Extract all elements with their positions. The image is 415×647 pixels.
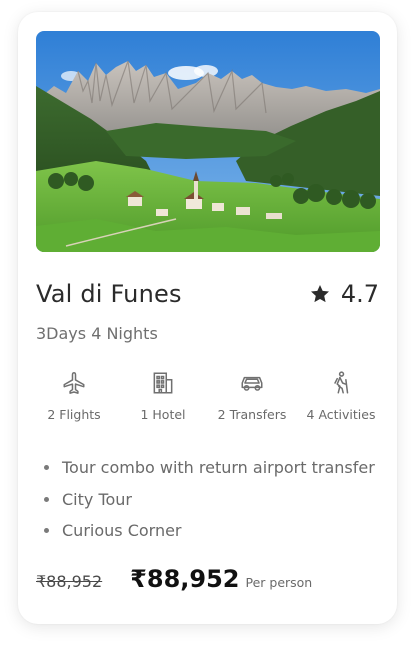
highlight-text: City Tour — [62, 489, 133, 509]
feature-hotel: 1 Hotel — [119, 370, 207, 422]
rating-value: 4.7 — [340, 280, 379, 308]
feature-transfers: 2 Transfers — [208, 370, 296, 422]
feature-label: 1 Hotel — [140, 407, 186, 422]
feature-flights: 2 Flights — [30, 370, 118, 422]
car-icon — [241, 376, 263, 391]
list-item: Curious Corner — [44, 515, 375, 547]
list-item: City Tour — [44, 484, 375, 516]
bullet-icon — [44, 496, 49, 502]
hero-image — [36, 31, 380, 252]
trip-duration: 3Days 4 Nights — [36, 324, 158, 343]
bullet-icon — [44, 465, 49, 471]
highlights-list: Tour combo with return airport transfer … — [44, 452, 375, 547]
discounted-price: ₹88,952 — [130, 565, 240, 593]
per-person-label: Per person — [245, 575, 313, 590]
feature-label: 4 Activities — [306, 407, 376, 422]
star-icon — [310, 285, 329, 303]
package-card[interactable]: Val di Funes 4.7 3Days 4 Nights 2 Flight… — [18, 12, 397, 624]
feature-label: 2 Flights — [47, 407, 101, 422]
highlight-text: Tour combo with return airport transfer — [62, 458, 375, 478]
airplane-icon — [63, 371, 85, 394]
feature-activities: 4 Activities — [297, 370, 385, 422]
original-price: ₹88,952 — [36, 572, 103, 591]
package-title: Val di Funes — [36, 280, 182, 308]
hotel-icon — [153, 372, 173, 394]
feature-label: 2 Transfers — [217, 407, 287, 422]
bullet-icon — [44, 528, 49, 534]
hiking-icon — [334, 371, 349, 394]
list-item: Tour combo with return airport transfer — [44, 452, 375, 484]
features-row: 2 Flights 1 Hotel 2 Transfers 4 Activiti… — [30, 370, 385, 422]
rating: 4.7 — [309, 280, 379, 308]
highlight-text: Curious Corner — [62, 521, 182, 541]
price-row: ₹88,952 ₹88,952 Per person — [36, 565, 312, 593]
